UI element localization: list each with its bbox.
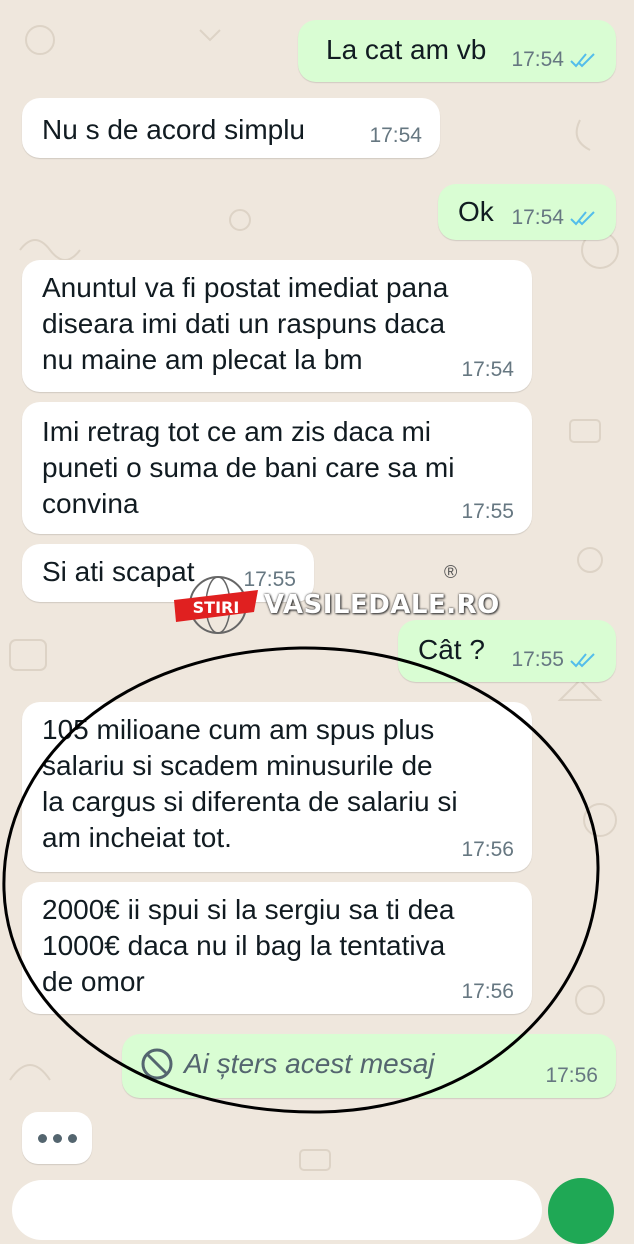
- message-time: 17:54: [369, 124, 422, 147]
- message-line: Imi retrag tot ce am zis daca mi: [42, 416, 432, 447]
- message-line: diseara imi dati un raspuns daca: [42, 308, 446, 339]
- message-time: 17:54: [511, 48, 564, 71]
- message-text: Ok: [458, 196, 494, 227]
- message-text: Nu s de acord simplu: [42, 114, 306, 145]
- watermark-logo-text: STIRI: [193, 598, 240, 617]
- message-meta: 17:54: [511, 206, 598, 230]
- typing-dot: [52, 1133, 62, 1143]
- message-time: 17:54: [461, 358, 514, 381]
- typing-dots-icon: [22, 1112, 92, 1164]
- watermark-site-text: VASILEDALE.RO: [264, 590, 500, 620]
- message-meta: 17:55: [461, 500, 514, 524]
- circle-annotation: [2, 646, 600, 1114]
- watermark-registered-mark: ®: [444, 562, 458, 582]
- message-line: convina: [42, 488, 139, 519]
- message-line: nu maine am plecat la bm: [42, 344, 363, 375]
- message-text: La cat am vb: [326, 34, 487, 65]
- watermark-site: VASILEDALE.RO: [264, 590, 500, 620]
- message-bubble-incoming[interactable]: Anuntul va fi postat imediat pana disear…: [22, 260, 532, 392]
- message-meta: 17:54: [369, 124, 422, 148]
- message-line: Anuntul va fi postat imediat pana: [42, 272, 449, 303]
- message-time: 17:55: [461, 500, 514, 523]
- message-bubble-incoming[interactable]: Nu s de acord simplu 17:54: [22, 98, 440, 158]
- typing-dot: [37, 1133, 47, 1143]
- double-check-icon: [570, 211, 595, 226]
- double-check-icon: [570, 53, 595, 68]
- message-bubble-outgoing[interactable]: La cat am vb 17:54: [298, 20, 616, 82]
- message-bubble-outgoing[interactable]: Ok 17:54: [438, 184, 616, 240]
- message-bubble-incoming[interactable]: Imi retrag tot ce am zis daca mi puneti …: [22, 402, 532, 534]
- message-meta: 17:54: [511, 48, 598, 72]
- message-composer[interactable]: [12, 1180, 542, 1240]
- message-line: puneti o suma de bani care sa mi: [42, 452, 455, 483]
- message-meta: 17:54: [461, 358, 514, 382]
- message-time: 17:54: [511, 206, 564, 229]
- send-button[interactable]: [548, 1178, 614, 1244]
- watermark-logo: STIRI: [174, 576, 258, 634]
- typing-dot: [67, 1133, 77, 1143]
